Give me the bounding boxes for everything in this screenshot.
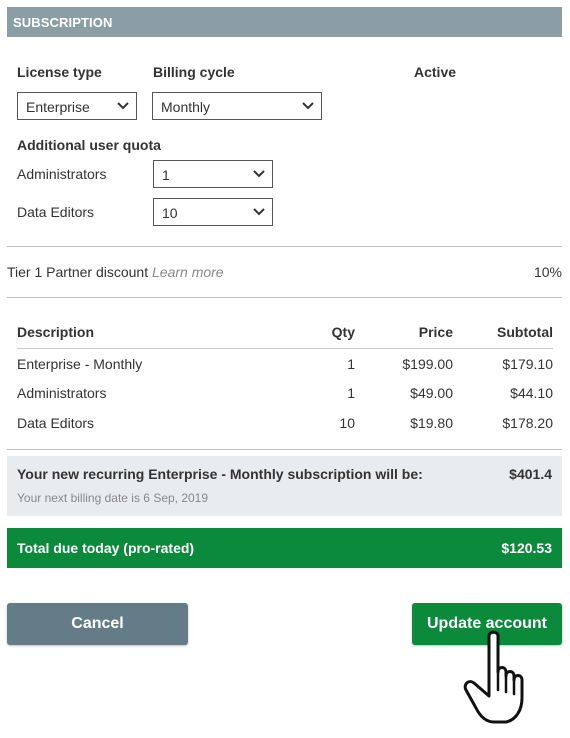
cell-description: Enterprise - Monthly [17, 356, 143, 373]
divider [7, 449, 562, 450]
license-type-value: Enterprise [26, 99, 90, 115]
cell-price: $19.80 [410, 415, 453, 431]
license-type-label: License type [17, 64, 102, 80]
administrators-value: 1 [162, 167, 170, 183]
billing-cycle-select[interactable]: Monthly [152, 92, 322, 120]
recurring-message: Your new recurring Enterprise - Monthly … [17, 466, 423, 482]
cell-description: Administrators [17, 385, 107, 401]
section-header: SUBSCRIPTION [7, 7, 562, 37]
column-header-description: Description [17, 323, 297, 349]
table-row: Administrators 1 $49.00 $44.10 [17, 378, 553, 408]
table-row: Enterprise - Monthly 1 $199.00 $179.10 [17, 348, 553, 378]
recurring-amount: $401.4 [509, 466, 552, 482]
chevron-down-icon [117, 102, 129, 110]
billing-cycle-value: Monthly [161, 99, 211, 115]
total-due-bar: Total due today (pro-rated) $120.53 [7, 528, 562, 568]
next-billing-date: Your next billing date is 6 Sep, 2019 [17, 491, 209, 505]
administrators-label: Administrators [17, 166, 107, 182]
cell-subtotal: $179.10 [502, 356, 553, 373]
cell-description: Data Editors [17, 415, 95, 431]
table-header-row: Description Qty Price Subtotal [17, 323, 553, 349]
cell-subtotal: $44.10 [510, 385, 553, 401]
billing-cycle-label: Billing cycle [153, 64, 235, 80]
data-editors-label: Data Editors [17, 204, 95, 220]
data-editors-value: 10 [162, 205, 178, 221]
cell-subtotal: $178.20 [502, 415, 553, 431]
recurring-summary: Your new recurring Enterprise - Monthly … [7, 456, 562, 516]
chevron-down-icon [253, 208, 265, 216]
total-due-label: Total due today (pro-rated) [17, 540, 195, 556]
column-header-price: Price [355, 323, 453, 349]
column-header-qty: Qty [297, 323, 355, 349]
column-header-subtotal: Subtotal [453, 323, 553, 349]
cell-qty: 1 [347, 356, 355, 373]
quota-heading: Additional user quota [17, 137, 161, 153]
table-row: Data Editors 10 $19.80 $178.20 [17, 408, 553, 438]
chevron-down-icon [253, 170, 265, 178]
section-title: SUBSCRIPTION [13, 15, 113, 30]
cancel-button[interactable]: Cancel [7, 603, 188, 645]
discount-value: 10% [533, 264, 562, 280]
chevron-down-icon [302, 102, 314, 110]
status-label: Active [414, 64, 457, 80]
divider [7, 246, 562, 247]
total-due-amount: $120.53 [501, 540, 552, 556]
cell-qty: 10 [339, 415, 355, 431]
hand-pointer-cursor-icon [463, 630, 524, 724]
data-editors-select[interactable]: 10 [153, 198, 273, 226]
discount-row: Tier 1 Partner discount Learn more [7, 264, 224, 280]
line-items-table: Description Qty Price Subtotal Enterpris… [17, 323, 553, 438]
cell-price: $199.00 [402, 356, 453, 373]
cell-qty: 1 [347, 385, 355, 401]
cell-price: $49.00 [410, 385, 453, 401]
learn-more-link[interactable]: Learn more [152, 264, 224, 280]
administrators-select[interactable]: 1 [153, 160, 273, 188]
discount-label: Tier 1 Partner discount [7, 264, 149, 280]
divider [7, 297, 562, 298]
license-type-select[interactable]: Enterprise [17, 92, 137, 120]
